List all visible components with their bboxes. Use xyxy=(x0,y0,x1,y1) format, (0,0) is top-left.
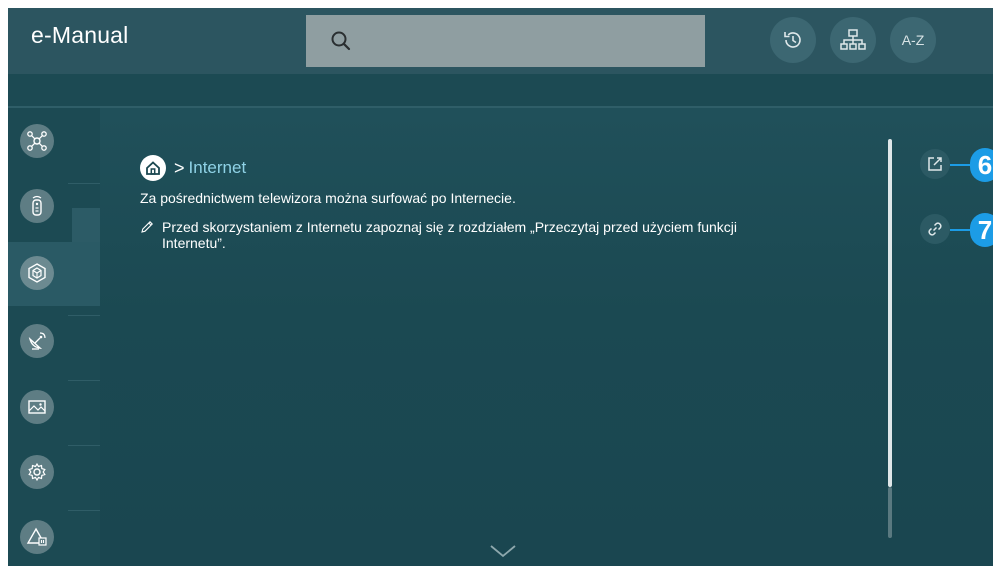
note-text: Przed skorzystaniem z Internetu zapoznaj… xyxy=(162,219,737,251)
header-bar: e-Manual A-Z xyxy=(8,8,993,74)
satellite-icon xyxy=(20,324,54,358)
search-icon xyxy=(331,31,351,51)
smart-features-icon xyxy=(20,256,54,290)
hub-icon xyxy=(20,124,54,158)
scrollbar-track[interactable] xyxy=(888,487,892,538)
callout-badge: 7 xyxy=(970,213,993,247)
scrollbar-thumb[interactable] xyxy=(888,139,892,487)
pencil-icon xyxy=(141,221,153,233)
remote-icon xyxy=(20,189,54,223)
az-index-button[interactable]: A-Z xyxy=(890,17,936,63)
history-icon xyxy=(784,32,801,48)
sitemap-icon xyxy=(840,29,866,50)
picture-icon xyxy=(20,390,54,424)
warning-icon xyxy=(20,520,54,554)
app-title: e-Manual xyxy=(31,22,129,48)
az-label: A-Z xyxy=(901,32,925,48)
sidebar-item-picture[interactable] xyxy=(8,376,100,440)
settings-icon xyxy=(20,455,54,489)
search-input[interactable] xyxy=(306,15,705,67)
open-external-icon xyxy=(928,157,942,171)
link-icon xyxy=(928,222,942,236)
sidebar-item-troubleshooting[interactable] xyxy=(8,506,100,566)
chevron-down-icon[interactable] xyxy=(490,544,516,558)
sidebar-item-smart-features[interactable] xyxy=(8,242,100,306)
open-external-button[interactable] xyxy=(920,149,950,179)
history-button[interactable] xyxy=(770,17,816,63)
sidebar-item-settings[interactable] xyxy=(8,441,100,505)
content-panel: > Internet Za pośrednictwem telewizora m… xyxy=(100,108,993,566)
sidebar-item-remote[interactable] xyxy=(8,175,100,239)
sub-header-bar xyxy=(8,74,993,108)
link-button[interactable] xyxy=(920,214,950,244)
breadcrumb-current[interactable]: Internet xyxy=(189,158,247,178)
sidebar-item-satellite[interactable] xyxy=(8,310,100,374)
breadcrumb-separator: > xyxy=(174,157,185,178)
sitemap-button[interactable] xyxy=(830,17,876,63)
tv-screen: e-Manual A-Z > Internet Za pośrednictwem… xyxy=(8,8,993,566)
breadcrumb: > Internet xyxy=(140,154,246,182)
callout-badge: 6 xyxy=(970,148,993,182)
home-icon[interactable] xyxy=(140,155,166,181)
sidebar xyxy=(8,108,100,566)
body-text: Za pośrednictwem telewizora można surfow… xyxy=(140,190,516,206)
sidebar-item-hub[interactable] xyxy=(8,110,100,174)
